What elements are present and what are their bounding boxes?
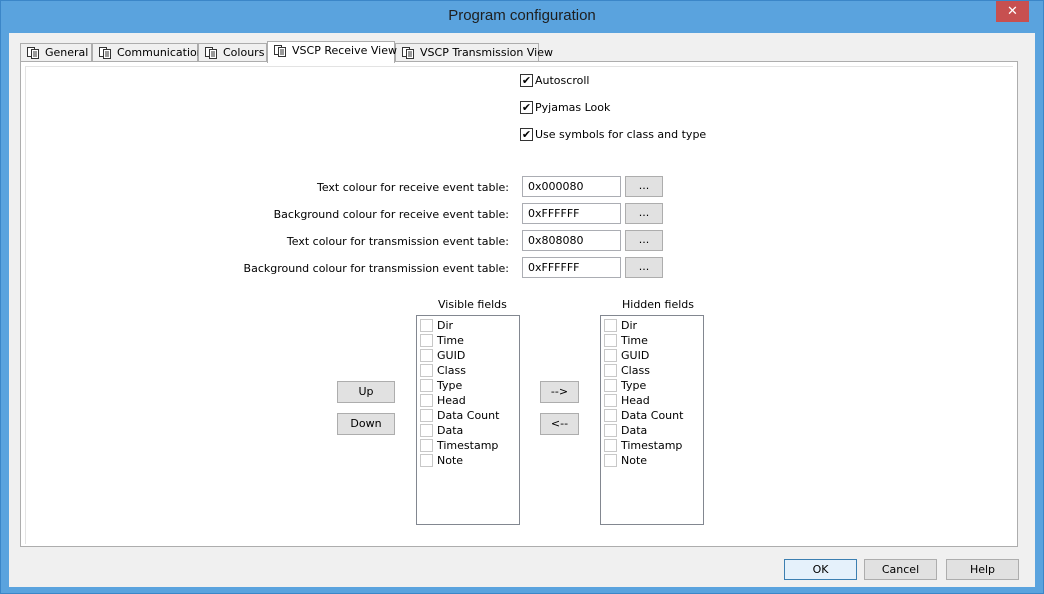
list-item[interactable]: Note (604, 453, 647, 467)
move-up-button[interactable]: Up (337, 381, 395, 403)
text-colour-receive-input[interactable]: 0x000080 (522, 176, 621, 197)
item-checkbox[interactable] (604, 363, 617, 377)
copy-pages-icon (274, 45, 286, 57)
item-checkbox[interactable] (420, 348, 433, 362)
list-item[interactable]: Type (604, 378, 646, 392)
list-item[interactable]: Note (420, 453, 463, 467)
list-item[interactable]: GUID (604, 348, 649, 362)
copy-pages-icon (205, 47, 217, 59)
item-checkbox[interactable] (420, 333, 433, 347)
close-icon: ✕ (1007, 4, 1018, 19)
item-checkbox[interactable] (420, 438, 433, 452)
item-checkbox[interactable] (604, 423, 617, 437)
text-colour-transmission-pick-button[interactable]: ... (625, 230, 663, 251)
panel-content: ✔ Autoscroll ✔ Pyjamas Look ✔ Use symbols f… (25, 66, 1013, 544)
tab-general[interactable]: General (20, 43, 92, 62)
background-colour-receive-pick-button[interactable]: ... (625, 203, 663, 224)
item-checkbox[interactable] (420, 408, 433, 422)
list-item[interactable]: Dir (420, 318, 453, 332)
list-item[interactable]: Head (604, 393, 650, 407)
symbols-option[interactable]: ✔ Use symbols for class and type (520, 127, 706, 141)
autoscroll-label: Autoscroll (535, 73, 590, 87)
dialog-client: General Communication Colours VSCP Recei… (9, 33, 1035, 587)
tab-colours-label: Colours (223, 46, 265, 59)
list-item[interactable]: Type (420, 378, 462, 392)
window-title: Program configuration (448, 7, 596, 24)
text-colour-receive-pick-button[interactable]: ... (625, 176, 663, 197)
pyjamas-option[interactable]: ✔ Pyjamas Look (520, 100, 610, 114)
item-checkbox[interactable] (604, 378, 617, 392)
list-item[interactable]: Dir (604, 318, 637, 332)
item-checkbox[interactable] (604, 333, 617, 347)
tab-panel: ✔ Autoscroll ✔ Pyjamas Look ✔ Use symbols f… (20, 61, 1018, 547)
background-colour-transmission-input[interactable]: 0xFFFFFF (522, 257, 621, 278)
text-colour-transmission-input[interactable]: 0x808080 (522, 230, 621, 251)
tab-vscp-transmission-view-label: VSCP Transmission View (420, 46, 553, 59)
list-item[interactable]: Data (420, 423, 463, 437)
tab-vscp-receive-view-label: VSCP Receive View (292, 44, 397, 57)
hidden-fields-title: Hidden fields (622, 298, 694, 311)
dialog-window: Program configuration ✕ General Communic… (0, 0, 1044, 594)
symbols-label: Use symbols for class and type (535, 127, 707, 141)
tab-vscp-transmission-view[interactable]: VSCP Transmission View (395, 43, 553, 62)
list-item[interactable]: Data Count (420, 408, 499, 422)
list-item[interactable]: Time (604, 333, 648, 347)
item-checkbox[interactable] (420, 453, 433, 467)
item-checkbox[interactable] (420, 378, 433, 392)
list-item[interactable]: Timestamp (604, 438, 682, 452)
move-down-button[interactable]: Down (337, 413, 395, 435)
text-colour-receive-label: Text colour for receive event table: (316, 181, 509, 194)
autoscroll-option[interactable]: ✔ Autoscroll (520, 73, 589, 87)
item-checkbox[interactable] (420, 423, 433, 437)
tab-communication[interactable]: Communication (92, 43, 204, 62)
tab-communication-label: Communication (117, 46, 204, 59)
help-button[interactable]: Help (946, 559, 1019, 580)
pyjamas-label: Pyjamas Look (535, 100, 611, 114)
item-checkbox[interactable] (420, 318, 433, 332)
background-colour-receive-input[interactable]: 0xFFFFFF (522, 203, 621, 224)
item-checkbox[interactable] (604, 318, 617, 332)
hidden-fields-list[interactable]: Dir Time GUID Class Type Head Data Count… (600, 315, 704, 525)
copy-pages-icon (27, 47, 39, 59)
item-checkbox[interactable] (604, 453, 617, 467)
background-colour-transmission-pick-button[interactable]: ... (625, 257, 663, 278)
copy-pages-icon (99, 47, 111, 59)
item-checkbox[interactable] (604, 438, 617, 452)
title-bar[interactable]: Program configuration ✕ (1, 1, 1043, 33)
cancel-button[interactable]: Cancel (864, 559, 937, 580)
item-checkbox[interactable] (420, 393, 433, 407)
background-colour-transmission-label: Background colour for transmission event… (243, 262, 509, 275)
background-colour-receive-label: Background colour for receive event tabl… (273, 208, 509, 221)
item-checkbox[interactable] (420, 363, 433, 377)
move-to-hidden-button[interactable]: --> (540, 381, 579, 403)
visible-fields-list[interactable]: Dir Time GUID Class Type Head Data Count… (416, 315, 520, 525)
list-item[interactable]: Class (420, 363, 466, 377)
visible-fields-title: Visible fields (438, 298, 507, 311)
copy-pages-icon (402, 47, 414, 59)
ok-button[interactable]: OK (784, 559, 857, 580)
list-item[interactable]: Class (604, 363, 650, 377)
text-colour-transmission-label: Text colour for transmission event table… (286, 235, 509, 248)
tab-general-label: General (45, 46, 89, 59)
item-checkbox[interactable] (604, 348, 617, 362)
list-item[interactable]: Data Count (604, 408, 683, 422)
item-checkbox[interactable] (604, 393, 617, 407)
list-item[interactable]: GUID (420, 348, 465, 362)
list-item[interactable]: Head (420, 393, 466, 407)
move-to-visible-button[interactable]: <-- (540, 413, 579, 435)
item-checkbox[interactable] (604, 408, 617, 422)
tab-vscp-receive-view[interactable]: VSCP Receive View (267, 41, 397, 63)
list-item[interactable]: Data (604, 423, 647, 437)
pyjamas-checkbox[interactable]: ✔ (520, 100, 533, 114)
autoscroll-checkbox[interactable]: ✔ (520, 73, 533, 87)
symbols-checkbox[interactable]: ✔ (520, 127, 533, 141)
tab-colours[interactable]: Colours (198, 43, 267, 62)
list-item[interactable]: Timestamp (420, 438, 498, 452)
list-item[interactable]: Time (420, 333, 464, 347)
close-button[interactable]: ✕ (996, 1, 1029, 22)
